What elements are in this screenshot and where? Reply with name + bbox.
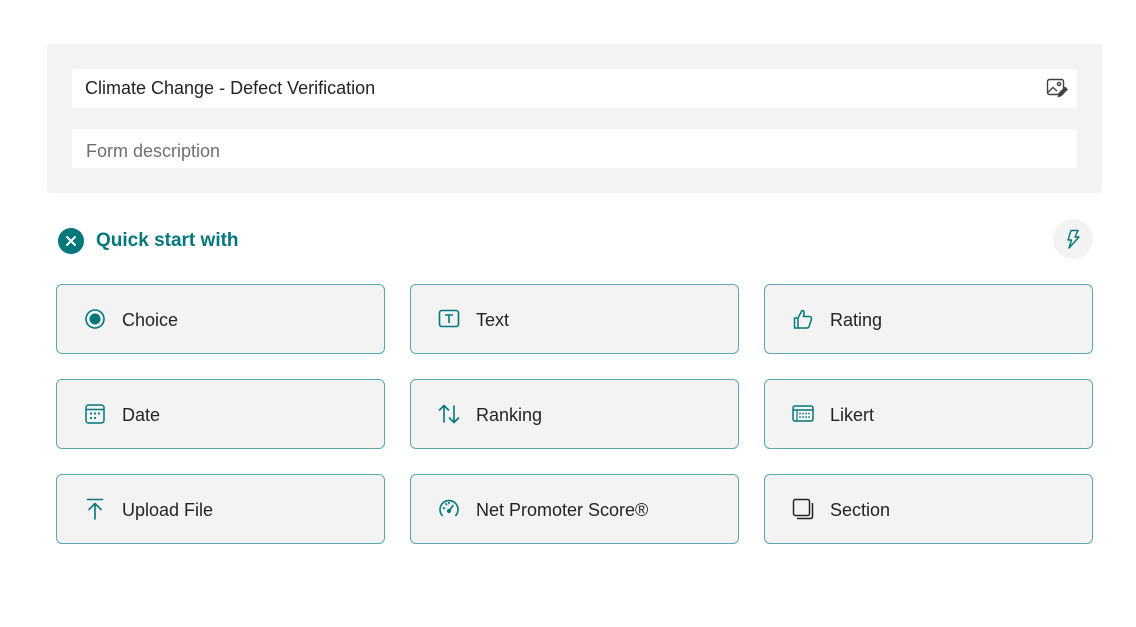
quick-start-heading: Quick start with — [96, 230, 239, 251]
upload-file-label: Upload File — [122, 500, 214, 520]
form-description-field[interactable]: Form description — [72, 129, 1077, 168]
calendar-icon — [85, 404, 105, 424]
thumb-like-icon — [793, 309, 813, 329]
form-header-card: Climate Change - Defect Verification For… — [47, 44, 1102, 193]
grid-icon — [792, 405, 814, 422]
upload-icon — [86, 498, 104, 520]
arrow-sort-icon — [438, 404, 460, 424]
likert-label: Likert — [830, 405, 875, 425]
radio-icon — [85, 309, 105, 329]
text-box-icon — [438, 309, 460, 328]
quick-start-net-promoter-score-button[interactable]: Net Promoter Score® — [410, 474, 739, 544]
quick-start-upload-file-button[interactable]: Upload File — [56, 474, 385, 544]
date-label: Date — [122, 405, 161, 425]
net-promoter-score-label: Net Promoter Score® — [476, 500, 649, 520]
quick-start-likert-button[interactable]: Likert — [764, 379, 1093, 449]
quick-start-rating-button[interactable]: Rating — [764, 284, 1093, 354]
section-icon — [792, 498, 814, 520]
quick-start-bolt-button[interactable] — [1053, 219, 1093, 259]
quick-start-choice-button[interactable]: Choice — [56, 284, 385, 354]
image-edit-icon[interactable] — [1046, 77, 1068, 99]
quick-start-section-button[interactable]: Section — [764, 474, 1093, 544]
text-label: Text — [476, 310, 510, 330]
lightning-icon — [1067, 229, 1080, 249]
form-title[interactable]: Climate Change - Defect Verification — [85, 69, 375, 108]
ranking-label: Ranking — [476, 405, 543, 425]
dismiss-icon — [66, 236, 76, 246]
quick-start-date-button[interactable]: Date — [56, 379, 385, 449]
choice-label: Choice — [122, 310, 179, 330]
form-description-placeholder: Form description — [86, 141, 221, 161]
quick-start-ranking-button[interactable]: Ranking — [410, 379, 739, 449]
section-label: Section — [830, 500, 891, 520]
quick-start-close-button[interactable] — [58, 228, 84, 254]
form-title-field[interactable]: Climate Change - Defect Verification — [72, 69, 1077, 108]
rating-label: Rating — [830, 310, 883, 330]
quick-start-text-button[interactable]: Text — [410, 284, 739, 354]
gauge-icon — [439, 499, 459, 517]
